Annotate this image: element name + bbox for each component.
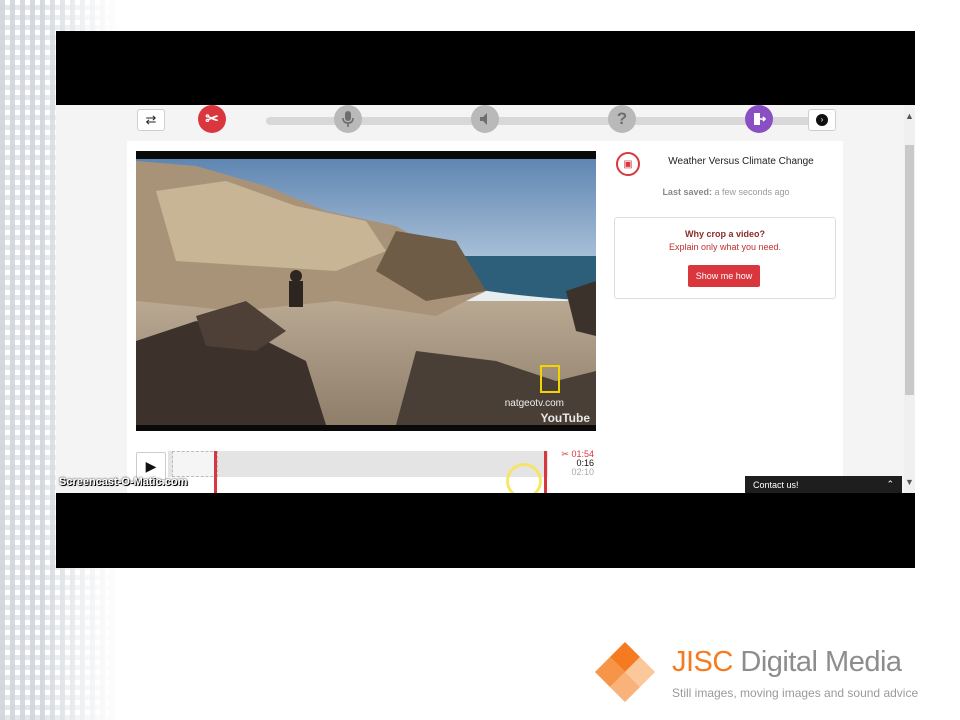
brand-name: JISC Digital Media (672, 646, 902, 679)
swap-button[interactable]: ⇄ (137, 109, 165, 131)
chevron-up-icon: ⌃ (886, 479, 894, 489)
timeline-track[interactable] (168, 451, 548, 477)
mouse-cursor-highlight (506, 463, 542, 493)
tip-card: Why crop a video? Explain only what you … (614, 217, 836, 299)
scroll-down-icon[interactable]: ▼ (904, 477, 915, 487)
exit-icon (754, 113, 766, 125)
video-player[interactable]: natgeotv.com YouTube (136, 151, 596, 431)
video-frame-image (136, 151, 596, 431)
jisc-logo-icon (595, 642, 655, 702)
total-duration: 02:10 (571, 467, 594, 477)
show-me-how-button[interactable]: Show me how (688, 265, 760, 287)
natgeo-logo (540, 365, 560, 393)
youtube-logo: YouTube (540, 411, 590, 425)
scrollbar-thumb[interactable] (905, 145, 914, 395)
crop-step-button[interactable]: ✂ (198, 105, 226, 133)
contact-us-bar[interactable]: Contact us! ⌃ (745, 476, 902, 493)
audio-step-button[interactable] (471, 105, 499, 133)
timeline-times: ✂ 01:54 0:16 02:10 (552, 450, 594, 477)
last-saved-label: Last saved: (662, 187, 712, 197)
play-icon: ▶ (145, 457, 157, 474)
quiz-step-button[interactable]: ? (608, 105, 636, 133)
page-scrollbar[interactable]: ▲ ▼ (904, 105, 915, 493)
finish-step-button[interactable] (745, 105, 773, 133)
video-status-icon: ▣ (616, 152, 640, 176)
record-step-button[interactable] (334, 105, 362, 133)
tip-subtext: Explain only what you need. (668, 242, 782, 252)
crop-start-handle[interactable] (214, 451, 217, 493)
question-icon: ? (616, 109, 628, 128)
scroll-up-icon[interactable]: ▲ (904, 111, 915, 121)
crop-end-handle[interactable] (544, 451, 547, 493)
brand-name-b: Digital Media (740, 646, 902, 678)
app-screen: ⇄ ✂ ? › natgeotv.com YouTube ▣ Weather V… (56, 105, 915, 493)
next-button[interactable]: › (808, 109, 836, 131)
trimmed-region (172, 451, 218, 477)
speaker-icon (480, 113, 487, 125)
scissors-icon: ✂ (561, 449, 572, 459)
video-title: Weather Versus Climate Change (668, 156, 814, 167)
microphone-icon (342, 111, 354, 127)
chevron-right-icon: › (816, 114, 828, 126)
brand-tagline: Still images, moving images and sound ad… (672, 686, 919, 700)
tip-heading: Why crop a video? (684, 229, 765, 239)
brand-name-a: JISC (672, 646, 733, 678)
contact-us-label: Contact us! (753, 479, 799, 490)
last-saved-value: a few seconds ago (714, 187, 790, 197)
recorder-watermark: Screencast-O-Matic.com (59, 476, 188, 488)
scissors-icon: ✂ (205, 111, 219, 128)
swap-icon: ⇄ (145, 112, 157, 127)
last-saved: Last saved: a few seconds ago (616, 187, 836, 197)
video-brand-text: natgeotv.com (504, 398, 564, 409)
